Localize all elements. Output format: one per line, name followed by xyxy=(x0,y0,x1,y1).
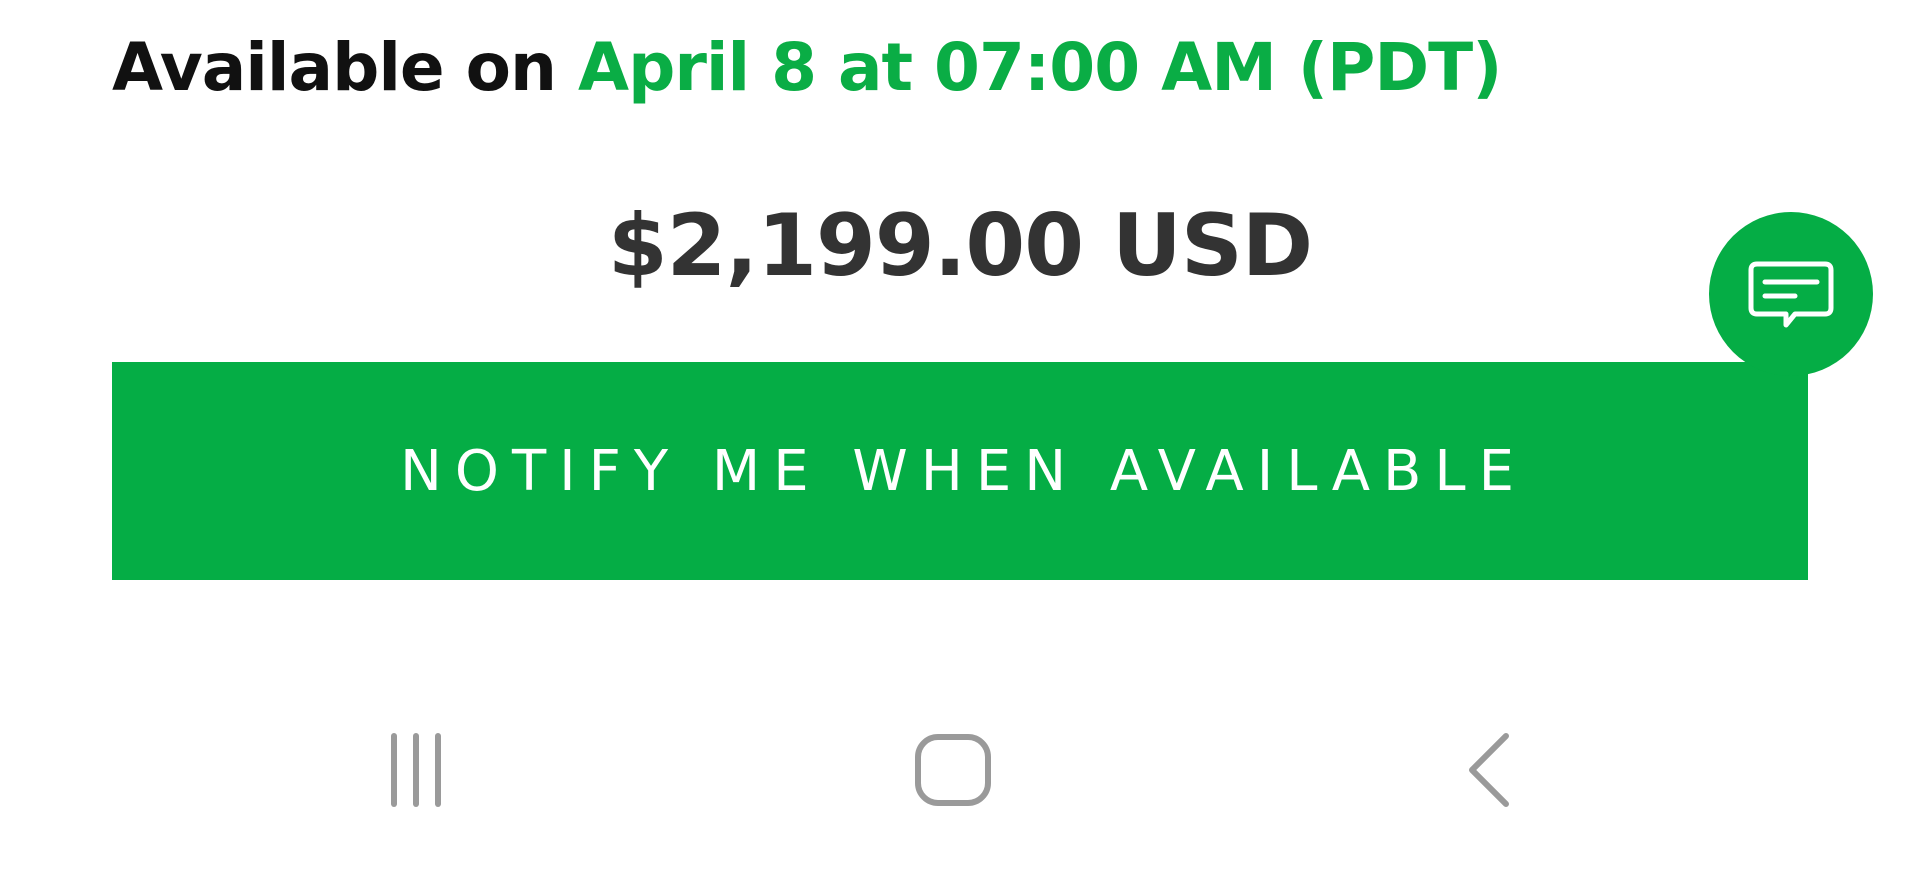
availability-line: Available on April 8 at 07:00 AM (PDT) xyxy=(112,28,1502,108)
recent-apps-button[interactable] xyxy=(356,710,476,830)
system-navigation-bar xyxy=(0,700,1920,840)
back-icon xyxy=(1469,733,1509,807)
availability-label: Available on xyxy=(112,29,557,106)
recent-apps-icon xyxy=(391,733,441,807)
chat-bubble-icon xyxy=(1748,261,1834,328)
availability-date: April 8 at 07:00 AM (PDT) xyxy=(578,29,1502,106)
home-icon xyxy=(915,734,991,806)
home-button[interactable] xyxy=(893,710,1013,830)
product-price: $2,199.00 USD xyxy=(607,196,1313,296)
notify-me-button[interactable]: NOTIFY ME WHEN AVAILABLE xyxy=(112,362,1808,580)
back-button[interactable] xyxy=(1428,710,1548,830)
chat-button[interactable] xyxy=(1709,212,1873,376)
